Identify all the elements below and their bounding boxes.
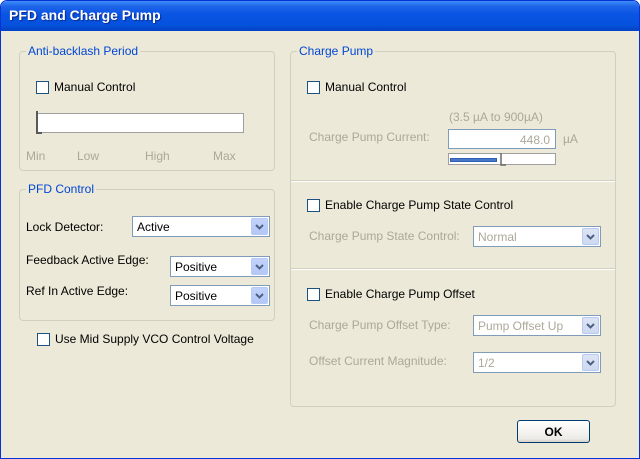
lock-detector-select[interactable]: Active	[132, 216, 270, 237]
chevron-down-icon[interactable]	[582, 228, 599, 245]
charge-pump-manual-label: Manual Control	[325, 80, 407, 94]
state-control-select[interactable]: Normal	[473, 226, 601, 247]
ok-button-label: OK	[544, 424, 563, 439]
pfd-control-legend: PFD Control	[26, 182, 97, 196]
state-control-label: Charge Pump State Control:	[309, 229, 460, 243]
charge-pump-current-label: Charge Pump Current:	[309, 130, 430, 144]
slider-label-low: Low	[77, 149, 100, 163]
offset-checkbox[interactable]	[307, 287, 320, 301]
ok-button[interactable]: OK	[517, 420, 590, 443]
anti-backlash-group: Anti-backlash Period Manual Control Min …	[19, 44, 275, 171]
ref-in-edge-select[interactable]: Positive	[170, 285, 270, 306]
lock-detector-label: Lock Detector:	[26, 220, 104, 234]
state-control-value: Normal	[478, 230, 517, 244]
state-control-checkbox[interactable]	[307, 198, 320, 212]
offset-magnitude-value: 1/2	[478, 356, 495, 370]
mid-supply-vco-option[interactable]: Use Mid Supply VCO Control Voltage	[37, 332, 254, 346]
anti-backlash-slider-track	[36, 113, 244, 133]
offset-magnitude-select[interactable]: 1/2	[473, 352, 601, 373]
anti-backlash-manual-checkbox[interactable]	[36, 80, 49, 94]
charge-pump-range-hint: (3.5 µA to 900µA)	[449, 110, 543, 124]
feedback-edge-select[interactable]: Positive	[170, 256, 270, 277]
window-title: PFD and Charge Pump	[9, 7, 161, 23]
slider-label-high: High	[145, 149, 170, 163]
offset-checkbox-label: Enable Charge Pump Offset	[325, 287, 475, 301]
lock-detector-value: Active	[137, 220, 170, 234]
charge-pump-manual-checkbox[interactable]	[307, 80, 320, 94]
offset-magnitude-label: Offset Current Magnitude:	[309, 354, 447, 368]
offset-type-select[interactable]: Pump Offset Up	[473, 315, 601, 336]
charge-pump-current-unit: µA	[563, 132, 578, 146]
charge-pump-slider-thumb[interactable]	[498, 152, 508, 168]
charge-pump-manual-control[interactable]: Manual Control	[307, 80, 406, 94]
chevron-down-icon[interactable]	[582, 317, 599, 334]
feedback-edge-label: Feedback Active Edge:	[26, 253, 149, 267]
ref-in-edge-label: Ref In Active Edge:	[26, 284, 129, 298]
dialog-body: Anti-backlash Period Manual Control Min …	[5, 31, 635, 456]
anti-backlash-manual-control[interactable]: Manual Control	[36, 80, 135, 94]
charge-pump-separator-1	[291, 180, 615, 182]
offset-option[interactable]: Enable Charge Pump Offset	[307, 287, 475, 301]
mid-supply-vco-label: Use Mid Supply VCO Control Voltage	[55, 332, 254, 346]
offset-type-value: Pump Offset Up	[478, 319, 564, 333]
mid-supply-vco-checkbox[interactable]	[37, 332, 50, 346]
state-control-checkbox-label: Enable Charge Pump State Control	[325, 198, 514, 212]
state-control-option[interactable]: Enable Charge Pump State Control	[307, 198, 513, 212]
feedback-edge-value: Positive	[175, 260, 218, 274]
chevron-down-icon[interactable]	[251, 258, 268, 275]
chevron-down-icon[interactable]	[582, 354, 599, 371]
anti-backlash-manual-label: Manual Control	[54, 80, 136, 94]
anti-backlash-slider-thumb[interactable]	[30, 110, 44, 138]
pfd-control-group: PFD Control Lock Detector: Active Feedba…	[19, 182, 275, 321]
slider-label-max: Max	[213, 149, 236, 163]
charge-pump-legend: Charge Pump	[297, 44, 376, 58]
anti-backlash-legend: Anti-backlash Period	[26, 44, 141, 58]
charge-pump-group: Charge Pump Manual Control (3.5 µA to 90…	[290, 44, 616, 407]
charge-pump-slider-fill	[450, 158, 497, 162]
anti-backlash-slider[interactable]	[36, 111, 244, 139]
slider-label-min: Min	[26, 149, 46, 163]
chevron-down-icon[interactable]	[251, 218, 268, 235]
ref-in-edge-value: Positive	[175, 289, 218, 303]
chevron-down-icon[interactable]	[251, 287, 268, 304]
dialog-window: PFD and Charge Pump Anti-backlash Period…	[0, 0, 640, 459]
title-bar[interactable]: PFD and Charge Pump	[1, 1, 639, 31]
offset-type-label: Charge Pump Offset Type:	[309, 318, 451, 332]
charge-pump-current-input[interactable]: 448.0	[448, 129, 556, 149]
charge-pump-separator-2	[291, 268, 615, 270]
charge-pump-current-value: 448.0	[519, 133, 550, 147]
charge-pump-current-slider[interactable]	[448, 153, 556, 167]
